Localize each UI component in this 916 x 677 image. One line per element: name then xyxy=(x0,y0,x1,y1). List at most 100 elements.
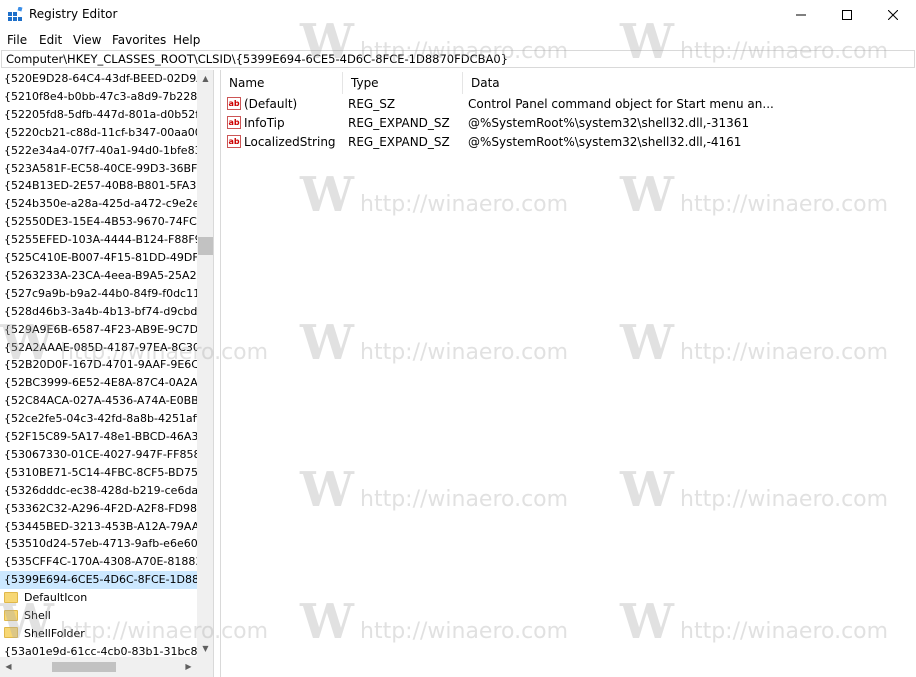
tree-key[interactable]: {53362C32-A296-4F2D-A2F8-FD984D xyxy=(0,500,197,518)
maximize-button[interactable] xyxy=(824,0,870,30)
tree-key[interactable]: {52ce2fe5-04c3-42fd-8a8b-4251affb8 xyxy=(0,410,197,428)
tree-subkey[interactable]: ShellFolder xyxy=(0,625,197,643)
tree-key-label: {524b350e-a28a-425d-a472-c9e2e2c8 xyxy=(4,197,197,211)
tree-key[interactable]: {524b350e-a28a-425d-a472-c9e2e2c8 xyxy=(0,195,197,213)
tree-key-label: {52B20D0F-167D-4701-9AAF-9E6C31 xyxy=(4,358,197,372)
column-header-type[interactable]: Type xyxy=(343,72,463,94)
tree-key[interactable]: {53a01e9d-61cc-4cb0-83b1-31bc8dfd xyxy=(0,643,197,657)
tree-horizontal-scroll-thumb[interactable] xyxy=(52,662,116,672)
tree-key-label: {524B13ED-2E57-40B8-B801-5FA3512 xyxy=(4,179,197,193)
tree-horizontal-scrollbar[interactable]: ◀ ▶ xyxy=(0,657,213,677)
key-tree: {520E9D28-64C4-43df-BEED-02D9A6C {5210f8e… xyxy=(0,70,197,657)
tree-key[interactable]: {52BC3999-6E52-4E8A-87C4-0A2A0C xyxy=(0,374,197,392)
tree-key-label: {5399E694-6CE5-4D6C-8FCE-1D8870F xyxy=(4,573,197,587)
scroll-right-icon[interactable]: ▶ xyxy=(180,657,197,677)
tree-vertical-scroll-thumb[interactable] xyxy=(198,237,213,255)
value-row[interactable]: ab LocalizedString REG_EXPAND_SZ @%System… xyxy=(221,133,916,152)
tree-key[interactable]: {523A581F-EC58-40CE-99D3-36BF789 xyxy=(0,160,197,178)
tree-key[interactable]: {528d46b3-3a4b-4b13-bf74-d9cbd73 xyxy=(0,303,197,321)
tree-key-label: {5210f8e4-b0bb-47c3-a8d9-7b2282cc xyxy=(4,89,197,103)
tree-key[interactable]: {52550DE3-15E4-4B53-9670-74FCF2B xyxy=(0,213,197,231)
menu-view[interactable]: View xyxy=(71,33,103,47)
tree-key-label: {52F15C89-5A17-48e1-BBCD-46A3F8 xyxy=(4,430,197,443)
tree-key[interactable]: {529A9E6B-6587-4F23-AB9E-9C7D683 xyxy=(0,321,197,339)
tree-key-label: {53a01e9d-61cc-4cb0-83b1-31bc8dfd xyxy=(4,644,197,657)
column-header-name[interactable]: Name xyxy=(221,72,343,94)
scroll-down-icon[interactable]: ▼ xyxy=(197,640,213,657)
tree-subkey[interactable]: Shell xyxy=(0,607,197,625)
tree-key[interactable]: {53510d24-57eb-4713-9afb-e6e60530 xyxy=(0,535,197,553)
folder-icon xyxy=(4,609,18,621)
tree-key-label: DefaultIcon xyxy=(24,591,88,605)
value-row[interactable]: ab (Default) REG_SZ Control Panel command… xyxy=(221,95,916,114)
tree-key[interactable]: {53445BED-3213-453B-A12A-79AA2 xyxy=(0,518,197,536)
tree-key-label: {529A9E6B-6587-4F23-AB9E-9C7D683 xyxy=(4,322,197,336)
tree-key[interactable]: {5210f8e4-b0bb-47c3-a8d9-7b2282cc xyxy=(0,88,197,106)
value-type: REG_EXPAND_SZ xyxy=(348,116,450,130)
tree-key-label: {52ce2fe5-04c3-42fd-8a8b-4251affb8 xyxy=(4,412,197,426)
tree-key-label: {52550DE3-15E4-4B53-9670-74FCF2B xyxy=(4,215,197,229)
tree-key-label: {523A581F-EC58-40CE-99D3-36BF789 xyxy=(4,161,197,175)
tree-key-label: {528d46b3-3a4b-4b13-bf74-d9cbd73 xyxy=(4,304,197,318)
tree-subkey[interactable]: DefaultIcon xyxy=(0,589,197,607)
scroll-left-icon[interactable]: ◀ xyxy=(0,657,17,677)
tree-key-label: {525C410E-B007-4F15-81DD-49DF9B xyxy=(4,251,197,264)
tree-key-label: {535CFF4C-170A-4308-A70E-8188313 xyxy=(4,555,197,569)
menu-help[interactable]: Help xyxy=(171,33,202,47)
menu-favorites[interactable]: Favorites xyxy=(110,33,168,47)
tree-key[interactable]: {5220cb21-c88d-11cf-b347-00aa00a2 xyxy=(0,124,197,142)
tree-key-label: {5220cb21-c88d-11cf-b347-00aa00a2 xyxy=(4,125,197,139)
tree-key[interactable]: {5263233A-23CA-4eea-B9A5-25A23E xyxy=(0,267,197,285)
folder-icon xyxy=(4,627,18,639)
tree-key[interactable]: {527c9a9b-b9a2-44b0-84f9-f0dc11c2 xyxy=(0,285,197,303)
tree-key-label: {53067330-01CE-4027-947F-FF8580E9 xyxy=(4,447,197,461)
tree-key[interactable]: {52F15C89-5A17-48e1-BBCD-46A3F8 xyxy=(0,428,197,446)
tree-key-label: {52205fd8-5dfb-447d-801a-d0b52f2e xyxy=(4,107,197,121)
tree-key-label: {5326dddc-ec38-428d-b219-ce6dadb xyxy=(4,483,197,497)
tree-key[interactable]: {52A2AAAE-085D-4187-97EA-8C30DE xyxy=(0,339,197,357)
value-name: (Default) xyxy=(244,97,298,111)
tree-key[interactable]: {53067330-01CE-4027-947F-FF8580E9 xyxy=(0,446,197,464)
tree-key[interactable]: {525C410E-B007-4F15-81DD-49DF9B xyxy=(0,249,197,267)
tree-key[interactable]: {522e34a4-07f7-40a1-94d0-1bfe832e xyxy=(0,142,197,160)
tree-key[interactable]: {5255EFED-103A-4444-B124-F88F99E xyxy=(0,231,197,249)
string-value-icon: ab xyxy=(227,116,241,129)
value-type: REG_EXPAND_SZ xyxy=(348,135,450,149)
tree-key-label: {52C84ACA-027A-4536-A74A-E0BB5 xyxy=(4,394,197,408)
scroll-up-icon[interactable]: ▲ xyxy=(197,70,213,87)
tree-key[interactable]: {5399E694-6CE5-4D6C-8FCE-1D8870F xyxy=(0,571,197,590)
registry-editor-icon xyxy=(8,7,23,21)
string-value-icon: ab xyxy=(227,97,241,110)
values-list-pane: Name Type Data ab (Default) REG_SZ Contro… xyxy=(220,70,916,677)
tree-vertical-scrollbar[interactable]: ▲ ▼ xyxy=(197,70,213,657)
menu-edit[interactable]: Edit xyxy=(37,33,64,47)
value-type: REG_SZ xyxy=(348,97,396,111)
string-value-icon: ab xyxy=(227,135,241,148)
close-button[interactable] xyxy=(870,0,916,30)
tree-key[interactable]: {535CFF4C-170A-4308-A70E-8188313 xyxy=(0,553,197,571)
tree-key[interactable]: {520E9D28-64C4-43df-BEED-02D9A6C xyxy=(0,70,197,88)
column-header-data[interactable]: Data xyxy=(463,72,763,94)
minimize-icon xyxy=(796,14,806,16)
tree-key-label: {522e34a4-07f7-40a1-94d0-1bfe832e xyxy=(4,143,197,157)
maximize-icon xyxy=(842,10,852,20)
value-row[interactable]: ab InfoTip REG_EXPAND_SZ @%SystemRoot%\sy… xyxy=(221,114,916,133)
tree-key[interactable]: {5310BE71-5C14-4FBC-8CF5-BD75D3 xyxy=(0,464,197,482)
tree-key[interactable]: {5326dddc-ec38-428d-b219-ce6dadb xyxy=(0,482,197,500)
tree-key-label: {52BC3999-6E52-4E8A-87C4-0A2A0C xyxy=(4,376,197,390)
title-bar: Registry Editor xyxy=(0,0,916,30)
tree-key[interactable]: {52205fd8-5dfb-447d-801a-d0b52f2e xyxy=(0,106,197,124)
value-name: LocalizedString xyxy=(244,135,336,149)
address-bar[interactable]: Computer\HKEY_CLASSES_ROOT\CLSID\{5399E6… xyxy=(1,50,915,68)
tree-key[interactable]: {52C84ACA-027A-4536-A74A-E0BB5 xyxy=(0,392,197,410)
address-path: Computer\HKEY_CLASSES_ROOT\CLSID\{5399E6… xyxy=(6,52,509,66)
tree-key-label: Shell xyxy=(24,609,51,622)
tree-key[interactable]: {524B13ED-2E57-40B8-B801-5FA3512 xyxy=(0,177,197,195)
tree-key[interactable]: {52B20D0F-167D-4701-9AAF-9E6C31 xyxy=(0,356,197,374)
menu-file[interactable]: File xyxy=(5,33,29,47)
value-data: Control Panel command object for Start m… xyxy=(468,97,774,111)
key-tree-pane: {520E9D28-64C4-43df-BEED-02D9A6C {5210f8e… xyxy=(0,70,214,677)
minimize-button[interactable] xyxy=(778,0,824,30)
tree-key-label: {5263233A-23CA-4eea-B9A5-25A23E xyxy=(4,268,197,282)
tree-key-label: {52A2AAAE-085D-4187-97EA-8C30DE xyxy=(4,340,197,354)
